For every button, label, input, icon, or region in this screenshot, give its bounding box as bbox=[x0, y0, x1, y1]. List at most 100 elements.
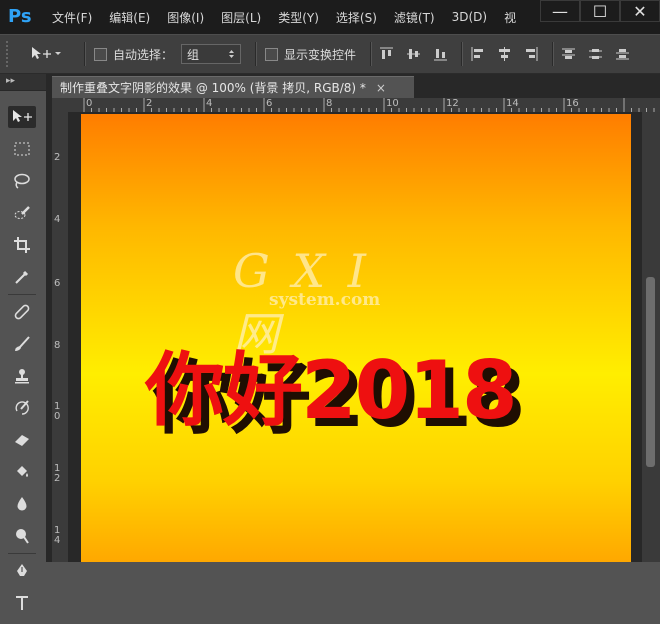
scrollbar-thumb[interactable] bbox=[646, 277, 655, 467]
vertical-ruler[interactable]: 2 4 6 8 1 0 1 2 1 4 bbox=[52, 112, 69, 562]
dodge-tool[interactable] bbox=[8, 525, 36, 547]
menu-view[interactable]: 视 bbox=[504, 9, 516, 26]
tools-panel-collapse[interactable]: ▸▸ bbox=[0, 74, 46, 91]
ruler-label: 8 bbox=[326, 98, 333, 109]
ruler-label: 10 bbox=[386, 98, 399, 109]
paint-bucket-tool[interactable] bbox=[8, 461, 36, 483]
document-area: 制作重叠文字阴影的效果 @ 100% (背景 拷贝, RGB/8) * × 0 … bbox=[46, 74, 660, 562]
align-vcenter-icon[interactable] bbox=[407, 47, 421, 61]
divider bbox=[84, 42, 86, 66]
auto-select-label: 自动选择： bbox=[113, 47, 174, 62]
eraser-tool[interactable] bbox=[8, 429, 36, 451]
align-left-icon[interactable] bbox=[471, 47, 484, 61]
options-grip[interactable] bbox=[6, 41, 14, 67]
marquee-tool[interactable] bbox=[8, 138, 36, 160]
image-canvas[interactable]: G X I 网 system.com 你好2018 你好2018 bbox=[81, 114, 631, 562]
document-tab-title: 制作重叠文字阴影的效果 @ 100% (背景 拷贝, RGB/8) * bbox=[60, 81, 366, 95]
divider bbox=[255, 42, 258, 66]
menu-bar: Ps 文件(F) 编辑(E) 图像(I) 图层(L) 类型(Y) 选择(S) 滤… bbox=[0, 0, 660, 34]
move-icon bbox=[13, 110, 32, 122]
align-hcenter-icon[interactable] bbox=[498, 47, 511, 61]
healing-brush-tool[interactable] bbox=[8, 301, 36, 323]
vertical-scrollbar[interactable] bbox=[642, 112, 660, 562]
type-tool[interactable] bbox=[8, 592, 36, 614]
ruler-label: 6 bbox=[266, 98, 273, 109]
text-layer: 你好2018 bbox=[145, 344, 518, 437]
divider bbox=[461, 42, 464, 66]
ruler-label: 1 4 bbox=[54, 525, 61, 546]
auto-select-dropdown[interactable]: 组 bbox=[181, 44, 242, 64]
show-transform-label: 显示变换控件 bbox=[284, 47, 357, 62]
menu-type[interactable]: 类型(Y) bbox=[278, 9, 319, 26]
ruler-label: 14 bbox=[506, 98, 519, 109]
minimize-button[interactable]: — bbox=[540, 0, 580, 22]
align-top-icon[interactable] bbox=[380, 47, 394, 61]
dodge-icon bbox=[16, 529, 29, 544]
eyedropper-tool[interactable] bbox=[8, 266, 36, 288]
close-button[interactable]: ✕ bbox=[620, 0, 660, 22]
type-icon bbox=[16, 596, 28, 610]
close-icon: ✕ bbox=[633, 1, 647, 21]
ruler-label: 4 bbox=[206, 98, 213, 109]
ruler-label: 6 bbox=[54, 278, 61, 289]
distribute-vcenter-icon[interactable] bbox=[589, 47, 603, 61]
close-tab-icon[interactable]: × bbox=[376, 81, 386, 95]
ruler-label: 1 0 bbox=[54, 401, 61, 422]
maximize-button[interactable]: ☐ bbox=[580, 0, 620, 22]
crop-icon bbox=[14, 237, 30, 253]
tools-panel: ▸▸ bbox=[0, 74, 46, 610]
eraser-icon bbox=[15, 435, 29, 446]
bucket-icon bbox=[17, 466, 28, 477]
auto-select-checkbox[interactable] bbox=[94, 47, 107, 61]
tool-preset-picker[interactable] bbox=[30, 46, 76, 62]
ruler-label: 12 bbox=[446, 98, 459, 109]
pen-tool[interactable] bbox=[8, 560, 36, 582]
document-tab-bar: 制作重叠文字阴影的效果 @ 100% (背景 拷贝, RGB/8) * × bbox=[52, 74, 660, 98]
pen-icon bbox=[17, 564, 27, 576]
divider bbox=[8, 553, 36, 554]
menu-select[interactable]: 选择(S) bbox=[336, 9, 377, 26]
menu-edit[interactable]: 编辑(E) bbox=[109, 9, 150, 26]
blur-tool[interactable] bbox=[8, 493, 36, 515]
divider bbox=[370, 42, 373, 66]
eyedropper-icon bbox=[15, 270, 29, 284]
stamp-icon bbox=[15, 369, 29, 384]
ruler-origin[interactable] bbox=[52, 98, 68, 112]
quick-select-icon bbox=[14, 206, 30, 219]
maximize-icon: ☐ bbox=[592, 1, 608, 21]
ruler-label: 2 bbox=[54, 152, 61, 163]
move-tool[interactable] bbox=[8, 106, 36, 128]
align-right-icon[interactable] bbox=[525, 47, 538, 61]
horizontal-ruler[interactable]: 0 2 4 6 8 10 12 14 16 bbox=[68, 98, 660, 113]
watermark: G X I 网 system.com bbox=[233, 244, 433, 361]
menu-filter[interactable]: 滤镜(T) bbox=[394, 9, 435, 26]
menu-3d[interactable]: 3D(D) bbox=[452, 10, 487, 24]
bandage-icon bbox=[14, 304, 30, 320]
ruler-label: 2 bbox=[146, 98, 153, 109]
divider bbox=[8, 294, 36, 295]
clone-stamp-tool[interactable] bbox=[8, 365, 36, 387]
brush-icon bbox=[15, 336, 30, 351]
menu-file[interactable]: 文件(F) bbox=[52, 9, 92, 26]
align-bottom-icon[interactable] bbox=[434, 47, 448, 61]
photoshop-logo: Ps bbox=[8, 6, 32, 27]
align-group bbox=[380, 42, 643, 66]
menu-layer[interactable]: 图层(L) bbox=[221, 9, 261, 26]
ruler-label: 4 bbox=[54, 214, 61, 225]
history-brush-icon bbox=[15, 400, 29, 415]
options-bar: 自动选择： 组 显示变换控件 bbox=[0, 34, 660, 74]
show-transform-checkbox[interactable] bbox=[265, 47, 279, 61]
ruler-label: 0 bbox=[86, 98, 93, 109]
history-brush-tool[interactable] bbox=[8, 397, 36, 419]
crop-tool[interactable] bbox=[8, 234, 36, 256]
distribute-top-icon[interactable] bbox=[562, 47, 576, 61]
brush-tool[interactable] bbox=[8, 333, 36, 355]
document-tab[interactable]: 制作重叠文字阴影的效果 @ 100% (背景 拷贝, RGB/8) * × bbox=[52, 76, 414, 98]
chevron-down-icon bbox=[55, 52, 61, 55]
watermark-sub: system.com bbox=[269, 290, 381, 310]
distribute-bottom-icon[interactable] bbox=[616, 47, 630, 61]
window-controls: — ☐ ✕ bbox=[540, 0, 660, 22]
lasso-tool[interactable] bbox=[8, 170, 36, 192]
menu-image[interactable]: 图像(I) bbox=[167, 9, 204, 26]
quick-select-tool[interactable] bbox=[8, 202, 36, 224]
